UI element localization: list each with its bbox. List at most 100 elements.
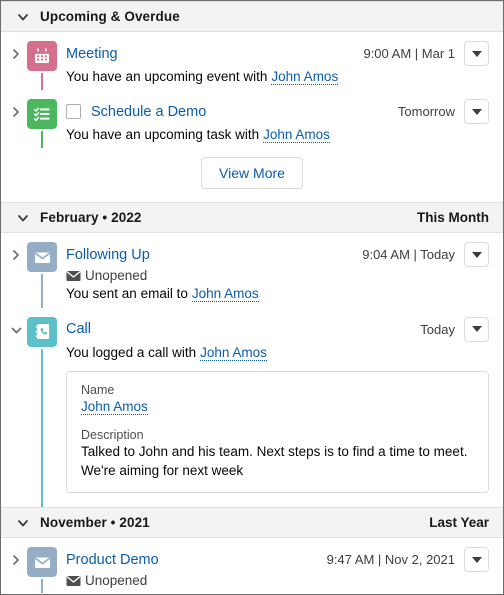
item-timestamp: Today [420,321,455,337]
expand-chevron-right-icon[interactable] [7,242,25,307]
item-timestamp: 9:00 AM | Mar 1 [363,46,455,61]
field-description: Description Talked to John and his team.… [81,428,474,480]
item-header-row: Following Up 9:04 AM | Today [66,242,489,268]
item-title-link[interactable]: Call [66,321,91,337]
item-meta: 9:04 AM | Today [352,242,489,268]
item-actions-dropdown-button[interactable] [464,99,489,125]
item-title-link[interactable]: Following Up [66,247,150,263]
item-timestamp: 9:04 AM | Today [362,247,455,263]
section-title: Upcoming & Overdue [40,9,180,24]
item-description-text: You have an upcoming event with [66,69,268,84]
item-timestamp: 9:47 AM | Nov 2, 2021 [326,552,455,568]
item-meta: Today [410,316,489,342]
section-header-november[interactable]: November • 2021 Last Year [1,507,503,539]
related-person-link[interactable]: John Amos [263,127,330,144]
item-actions-dropdown-button[interactable] [464,242,489,268]
email-status-text: Unopened [85,573,148,589]
envelope-status-icon [66,270,81,282]
email-icon [27,547,57,578]
call-log-icon [27,316,57,347]
view-more-container: View More [1,148,503,202]
related-person-link[interactable]: John Amos [191,286,259,303]
icon-column [25,316,59,508]
section-title: November • 2021 [40,515,150,531]
item-body: Following Up 9:04 AM | Today Unopened Yo… [59,242,489,307]
item-title-link[interactable]: Product Demo [66,552,159,568]
timeline-connector [41,579,43,594]
related-person-link[interactable]: John Amos [271,69,339,85]
email-icon [27,242,57,273]
item-header-row: Schedule a Demo Tomorrow [66,99,489,125]
item-description-text: You logged a call with [66,344,197,360]
timeline-item-meeting: Meeting 9:00 AM | Mar 1 You have an upco… [1,32,503,91]
item-description: You logged a call with John Amos [66,344,489,362]
item-actions-dropdown-button[interactable] [464,41,489,66]
task-checklist-icon [27,99,57,130]
icon-column [25,41,59,91]
item-title-link[interactable]: Meeting [66,46,118,62]
timeline-item-email-product-demo: Product Demo 9:47 AM | Nov 2, 2021 Unope… [1,538,503,594]
chevron-down-icon [471,50,482,57]
item-header-row: Call Today [66,316,489,342]
field-name: Name John Amos [81,383,474,416]
item-meta: 9:00 AM | Mar 1 [353,41,489,66]
item-description-text: You sent an email to [66,286,188,302]
field-value-description: Talked to John and his team. Next steps … [81,443,468,478]
email-status: Unopened [66,268,489,283]
activity-timeline-panel: Upcoming & Overdue Meeting 9:00 AM | Mar… [0,0,504,595]
item-timestamp: Tomorrow [397,104,455,120]
item-actions-dropdown-button[interactable] [464,547,489,573]
section-right-label: This Month [417,210,489,226]
field-label-name: Name [81,382,115,397]
task-complete-checkbox[interactable] [66,104,81,120]
item-description: You have an upcoming task with John Amos [66,126,489,144]
timeline-item-call: Call Today You logged a call with John Am… [1,308,503,508]
item-title-link[interactable]: Schedule a Demo [91,104,206,120]
section-title: February • 2022 [40,210,142,226]
email-status: Unopened [66,573,489,588]
item-meta: 9:47 AM | Nov 2, 2021 [317,547,489,573]
timeline-item-email-following-up: Following Up 9:04 AM | Today Unopened Yo… [1,233,503,308]
timeline-item-task: Schedule a Demo Tomorrow You have an upc… [1,90,503,149]
chevron-down-icon[interactable] [15,515,31,531]
envelope-status-icon [66,575,81,587]
section-header-upcoming[interactable]: Upcoming & Overdue [1,1,503,32]
item-body: Product Demo 9:47 AM | Nov 2, 2021 Unope… [59,547,489,593]
calendar-icon [27,41,57,71]
item-actions-dropdown-button[interactable] [464,316,489,342]
icon-column [25,99,59,149]
item-description: You sent an email to John Amos [66,285,489,303]
item-header-row: Meeting 9:00 AM | Mar 1 [66,41,489,66]
section-header-february[interactable]: February • 2022 This Month [1,202,503,234]
chevron-down-icon[interactable] [15,9,31,25]
item-description-text: You have an upcoming task with [66,127,260,143]
expand-chevron-right-icon[interactable] [7,41,25,90]
expand-chevron-right-icon[interactable] [7,547,25,593]
field-label-description: Description [81,427,144,442]
expand-chevron-right-icon[interactable] [7,99,25,148]
collapse-chevron-down-icon[interactable] [7,317,25,507]
chevron-down-icon [471,556,482,563]
item-body: Meeting 9:00 AM | Mar 1 You have an upco… [59,41,489,90]
icon-column [25,242,59,308]
call-detail-card: Name John Amos Description Talked to Joh… [66,370,489,494]
section-right-label: Last Year [429,515,489,531]
field-value-name-link[interactable]: John Amos [81,399,148,415]
chevron-down-icon [471,251,482,258]
icon-column [25,547,59,594]
timeline-connector [41,131,43,149]
item-body: Schedule a Demo Tomorrow You have an upc… [59,99,489,148]
timeline-connector [41,73,43,91]
chevron-down-icon [471,108,482,115]
item-header-row: Product Demo 9:47 AM | Nov 2, 2021 [66,547,489,573]
item-description: You have an upcoming event with John Amos [66,68,489,86]
chevron-down-icon [471,326,482,333]
related-person-link[interactable]: John Amos [200,344,267,361]
item-meta: Tomorrow [388,99,489,125]
timeline-connector [41,348,43,508]
view-more-button[interactable]: View More [201,157,303,190]
timeline-connector [41,274,43,308]
email-status-text: Unopened [85,268,148,284]
item-body: Call Today You logged a call with John Am… [59,316,489,507]
chevron-down-icon[interactable] [15,210,31,226]
